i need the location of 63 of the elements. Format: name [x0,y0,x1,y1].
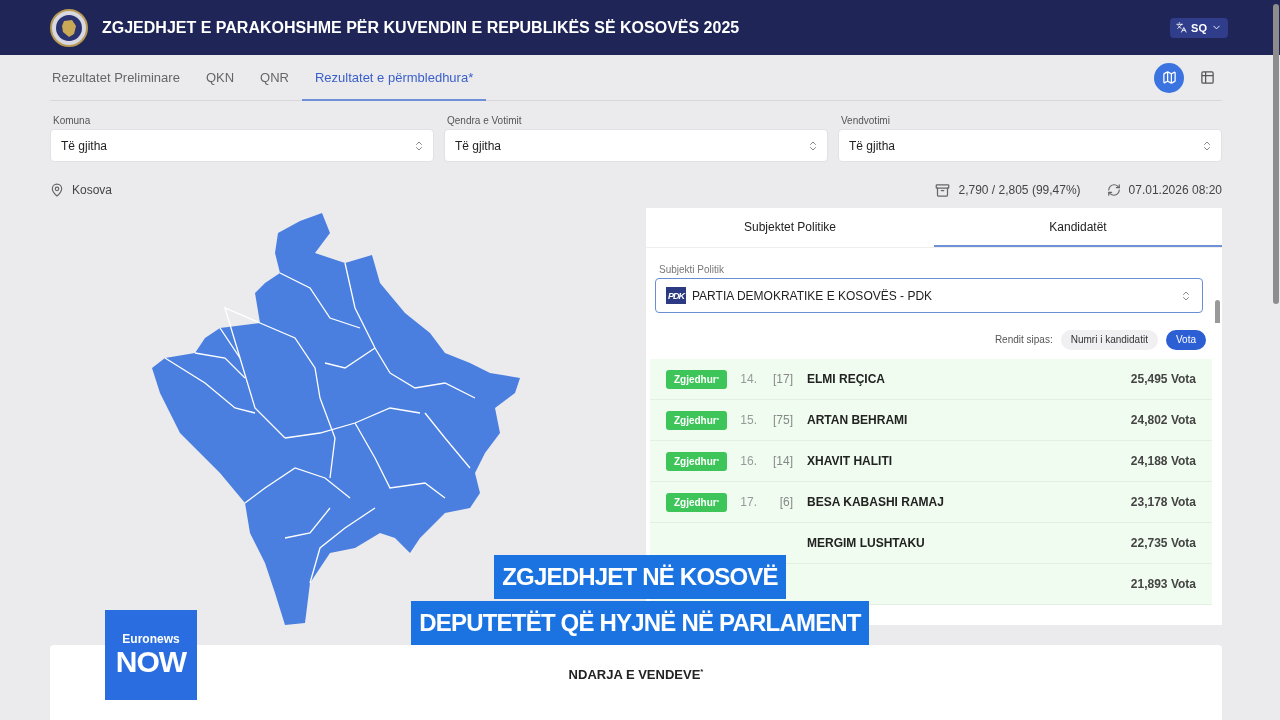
tab[interactable]: Rezultatet Preliminare [50,56,193,101]
vote-count: 25,495 Vota [1130,372,1196,386]
stations-count: 2,790 / 2,805 (99,47%) [958,183,1081,197]
vote-count: 22,735 Vota [1130,536,1196,550]
sort-label: Rendit sipas: [994,334,1053,345]
vote-count: 24,802 Vota [1130,413,1196,427]
field-label: Qendra e Votimit [447,115,523,126]
candidate-number: [17] [772,372,793,386]
field-label: Vendvotimi [841,115,891,126]
caption-text: DEPUTETËT QË HYJNË NË PARLAMENT [411,601,869,645]
up-down-chevron-icon [807,139,819,152]
candidate-name: BESA KABASHI RAMAJ [807,495,945,509]
logo-text: NOW [115,646,187,678]
tab[interactable]: QNR [247,56,302,101]
elected-badge: Zgjedhur$^{*}$ [666,451,727,471]
candidate-name: MERGIM LUSHTAKU [807,536,926,550]
section-title: NDARJA E VENDEVE$^{*}$ [568,667,704,683]
vote-count: 21,893 Vota [1130,577,1196,591]
field-label: Subjekti Politik [659,264,726,275]
location-text: Kosova [72,183,113,197]
rank-text: 16. [739,454,757,468]
rank-text: 14. [739,372,757,386]
caption-text: ZGJEDHJET NË KOSOVË [494,555,786,599]
rank-text: 17. [739,495,757,509]
vote-count: 23,178 Vota [1130,495,1196,509]
tab[interactable]: Rezultatet e përmbledhura* [301,56,487,101]
elected-badge: Zgjedhur$^{*}$ [666,492,727,512]
refresh-icon [1106,183,1121,197]
field-label: Komuna [53,115,92,126]
translate-icon [1176,22,1188,33]
up-down-chevron-icon [1180,289,1192,302]
dropdown-field[interactable]: Të gjitha [444,129,828,162]
up-down-chevron-icon [1201,139,1213,152]
vote-count: 24,188 Vota [1130,454,1196,468]
tab[interactable]: QKN [192,56,248,101]
update-time: 07.01.2026 08:20 [1128,183,1222,197]
map-icon [1161,70,1177,85]
logo-text: Euronews [122,632,180,646]
page-title: ZGJEDHJET E PARAKOHSHME PËR KUVENDIN E REPUBLIKËS SË KOSOVËS 2025 [102,18,741,37]
candidate-name: ARTAN BEHRAMI [807,413,909,427]
up-down-chevron-icon [413,139,425,152]
elected-badge: Zgjedhur$^{*}$ [666,410,727,430]
scrollbar[interactable] [1273,4,1279,304]
sort-button[interactable]: Numri i kandidatit [1060,329,1158,350]
tab[interactable]: Subjektet Politike [646,208,934,247]
table-icon [1199,70,1215,85]
tab[interactable]: Kandidatët [934,208,1222,247]
language-button[interactable]: SQ [1170,17,1228,38]
sort-button[interactable]: Vota [1165,329,1206,350]
candidate-number: [75] [772,413,793,427]
candidate-name: ELMI REÇICA [807,372,886,386]
map-view-button[interactable] [1154,62,1184,93]
dropdown-field[interactable]: Të gjitha [838,129,1222,162]
candidate-name: XHAVIT HALITI [807,454,894,468]
emblem-icon [50,8,88,47]
candidate-number: [6] [778,495,793,509]
elected-badge: Zgjedhur$^{*}$ [666,369,727,389]
dropdown-field[interactable]: Të gjitha [50,129,434,162]
location-pin-icon [50,183,64,197]
rank-text: 15. [739,413,757,427]
ballot-box-icon [935,182,951,198]
candidate-number: [14] [772,454,793,468]
party-dropdown[interactable]: PDK PARTIA DEMOKRATIKE E KOSOVËS - PDK [655,278,1203,313]
